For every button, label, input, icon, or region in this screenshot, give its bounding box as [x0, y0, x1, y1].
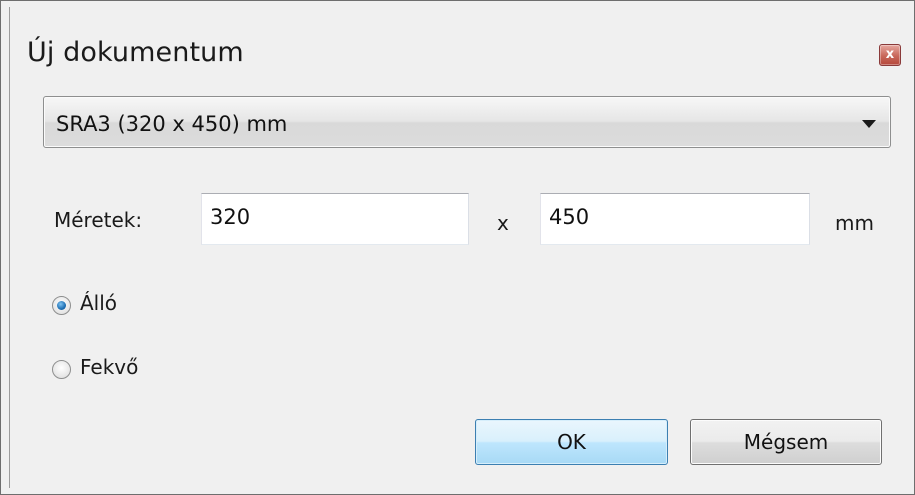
portrait-radio[interactable] [52, 296, 71, 315]
ok-button[interactable]: OK [475, 419, 668, 465]
dialog-frame-edge [9, 7, 908, 488]
cancel-button[interactable]: Mégsem [690, 419, 882, 465]
width-input[interactable]: 320 [201, 193, 469, 245]
landscape-radio[interactable] [52, 360, 71, 379]
height-input[interactable]: 450 [540, 193, 810, 245]
paper-size-selected-value: SRA3 (320 x 450) mm [56, 112, 288, 136]
close-button[interactable]: x [879, 44, 901, 66]
chevron-down-icon [862, 120, 876, 128]
close-icon: x [885, 47, 895, 62]
dimensions-label: Méretek: [54, 208, 143, 232]
new-document-dialog: Új dokumentum x SRA3 (320 x 450) mm Mére… [0, 0, 915, 495]
height-input-value: 450 [549, 205, 590, 229]
portrait-label[interactable]: Álló [80, 291, 117, 315]
dialog-title: Új dokumentum [27, 37, 244, 68]
paper-size-dropdown[interactable]: SRA3 (320 x 450) mm [43, 96, 891, 148]
dimension-separator: x [497, 211, 509, 235]
unit-label: mm [835, 211, 874, 235]
width-input-value: 320 [210, 205, 251, 229]
landscape-label[interactable]: Fekvő [80, 355, 138, 379]
